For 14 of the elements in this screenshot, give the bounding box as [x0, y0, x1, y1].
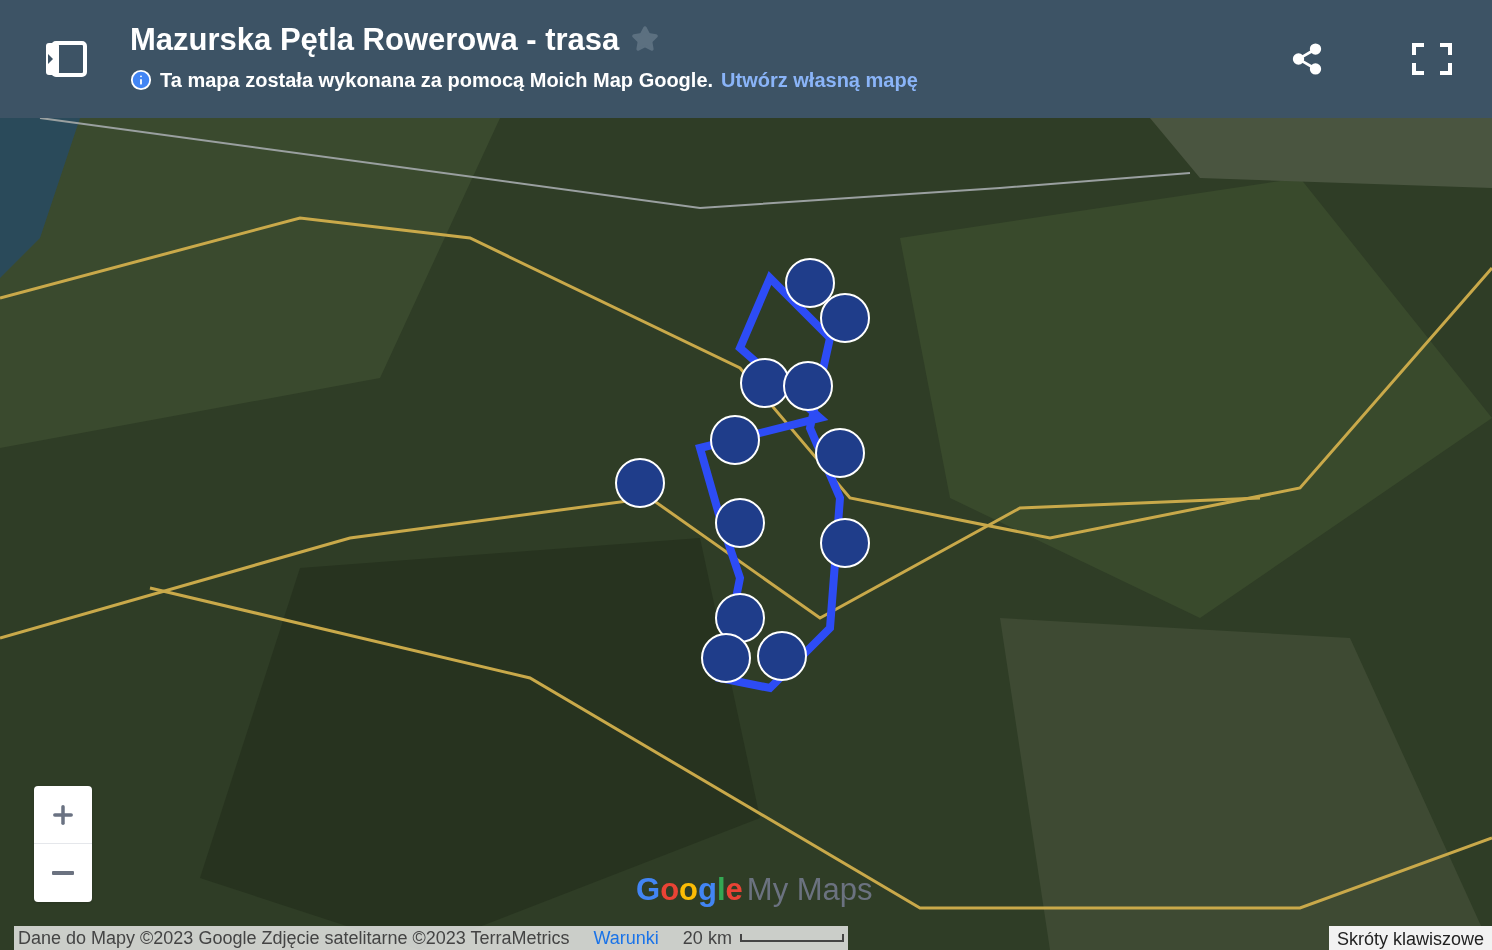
- sidebar-toggle-icon[interactable]: [44, 41, 88, 77]
- scale-label: 20 km: [682, 926, 732, 950]
- star-icon[interactable]: [631, 25, 660, 53]
- create-map-link[interactable]: Utwórz własną mapę: [721, 64, 918, 95]
- minus-icon: [52, 871, 74, 875]
- info-icon: [130, 68, 152, 91]
- share-icon[interactable]: [1290, 42, 1324, 76]
- keyboard-shortcuts-button[interactable]: Skróty klawiszowe: [1328, 926, 1492, 950]
- terms-link[interactable]: Warunki: [593, 924, 659, 950]
- attribution-text: Dane do Mapy ©2023 Google Zdjęcie satelitarne ©2023 TerraMetrics: [18, 926, 570, 950]
- google-my-maps-logo: Google My Maps: [636, 874, 873, 905]
- notice-text: Ta mapa została wykonana za pomocą Moich Map Google.: [160, 67, 714, 93]
- fullscreen-icon[interactable]: [1412, 43, 1452, 75]
- map-title: Mazurska Pętla Rowerowa - trasa: [130, 23, 620, 55]
